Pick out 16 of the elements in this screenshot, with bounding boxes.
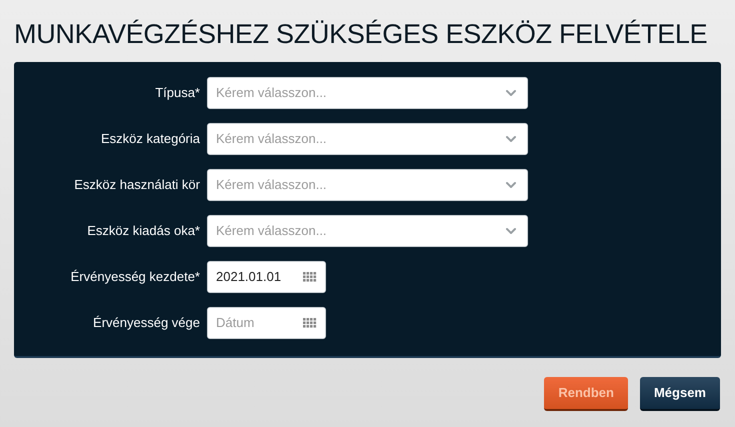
date-field[interactable]: 2021.01.01 — [207, 261, 326, 293]
select-field[interactable]: Kérem válasszon... — [207, 77, 528, 109]
select-field[interactable]: Kérem válasszon... — [207, 215, 528, 247]
date-field[interactable]: Dátum — [207, 307, 326, 339]
select-field[interactable]: Kérem válasszon... — [207, 123, 528, 155]
field-label: Eszköz kategória — [101, 130, 200, 148]
field-label: Eszköz használati kör — [74, 176, 200, 194]
calendar-icon[interactable] — [303, 272, 317, 282]
cancel-button[interactable]: Mégsem — [640, 377, 720, 411]
page-title: MUNKAVÉGZÉSHEZ SZÜKSÉGES ESZKÖZ FELVÉTELE — [14, 18, 708, 51]
field-label: Eszköz kiadás oka* — [87, 222, 200, 240]
calendar-icon[interactable] — [303, 318, 317, 328]
field-label: Típusa* — [155, 84, 200, 102]
field-label: Érvényesség vége — [93, 314, 200, 332]
select-field[interactable]: Kérem válasszon... — [207, 169, 528, 201]
field-label: Érvényesség kezdete* — [70, 268, 200, 286]
